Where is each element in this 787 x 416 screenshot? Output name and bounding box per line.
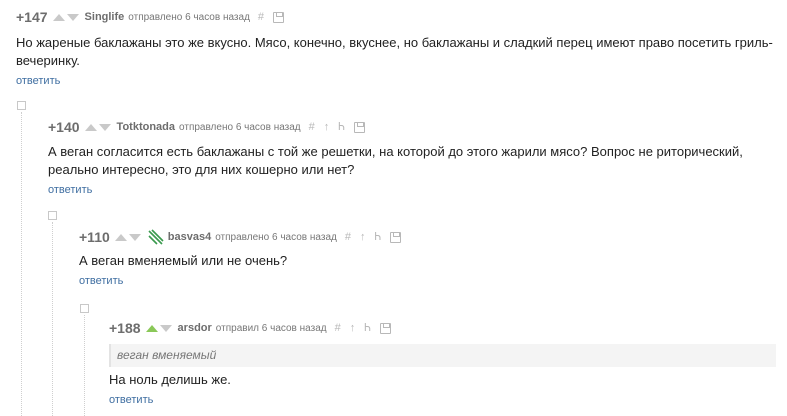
reply-link[interactable]: ответить [16,75,776,87]
thread-line [84,315,85,416]
rating: +188 [109,320,141,336]
post-time: отправлено 6 часов назад [128,11,250,23]
upvote-icon[interactable] [84,123,97,131]
comment-text: А веган вменяемый или не очень? [79,253,288,268]
comment-text: А веган согласится есть баклажаны с той … [48,144,743,177]
comment-text: На ноль делишь же. [109,372,231,387]
comment-4: +188 arsdor отправил 6 часов назад # ↑ Ꮒ… [109,319,776,406]
upvote-icon[interactable] [52,13,65,21]
downvote-icon[interactable] [128,233,141,241]
author-link[interactable]: arsdor [178,322,212,334]
rating: +147 [16,9,48,25]
comment-meta: +140 Totktonada отправлено 6 часов назад… [48,118,778,136]
post-time: отправлено 6 часов назад [215,231,337,243]
thread-icon[interactable]: Ꮒ [364,322,371,335]
thread-line [21,112,22,416]
comment-meta: +188 arsdor отправил 6 часов назад # ↑ Ꮒ [109,319,776,337]
collapse-thread-icon[interactable] [17,101,26,110]
reply-link[interactable]: ответить [48,184,778,196]
thread-icon[interactable]: Ꮒ [338,121,345,134]
parent-comment-icon[interactable]: ↑ [324,121,330,133]
author-link[interactable]: Singlife [85,11,125,23]
thread-icon[interactable]: Ꮒ [374,231,381,244]
comment-1: +147 Singlife отправлено 6 часов назад #… [16,8,776,87]
quote-block: веган вменяемый [109,344,776,367]
user-avatar-icon [147,228,165,246]
parent-comment-icon[interactable]: ↑ [360,231,366,243]
permalink-icon[interactable]: # [309,121,315,133]
upvote-icon[interactable] [145,324,158,332]
comment-text: Но жареные баклажаны это же вкусно. Мясо… [16,35,773,68]
comment-2: +140 Totktonada отправлено 6 часов назад… [48,118,778,196]
parent-comment-icon[interactable]: ↑ [350,322,356,334]
comment-meta: +147 Singlife отправлено 6 часов назад # [16,8,776,26]
reply-link[interactable]: ответить [79,275,779,287]
downvote-icon[interactable] [98,123,111,131]
post-time: отправлено 6 часов назад [179,121,301,133]
rating: +140 [48,119,80,135]
reply-link[interactable]: ответить [109,394,776,406]
permalink-icon[interactable]: # [335,322,341,334]
save-icon[interactable] [390,231,402,243]
downvote-icon[interactable] [66,13,79,21]
author-link[interactable]: basvas4 [168,231,211,243]
post-time: отправил 6 часов назад [215,322,327,334]
collapse-thread-icon[interactable] [80,304,89,313]
save-icon[interactable] [353,121,365,133]
rating: +110 [79,229,110,245]
save-icon[interactable] [379,322,391,334]
author-link[interactable]: Totktonada [117,121,175,133]
downvote-icon[interactable] [159,324,172,332]
comment-3: +110 basvas4 отправлено 6 часов назад # … [79,228,779,287]
upvote-icon[interactable] [114,233,127,241]
save-icon[interactable] [273,11,285,23]
comment-meta: +110 basvas4 отправлено 6 часов назад # … [79,228,779,246]
permalink-icon[interactable]: # [258,11,264,23]
permalink-icon[interactable]: # [345,231,351,243]
thread-line [52,222,53,416]
collapse-thread-icon[interactable] [48,211,57,220]
